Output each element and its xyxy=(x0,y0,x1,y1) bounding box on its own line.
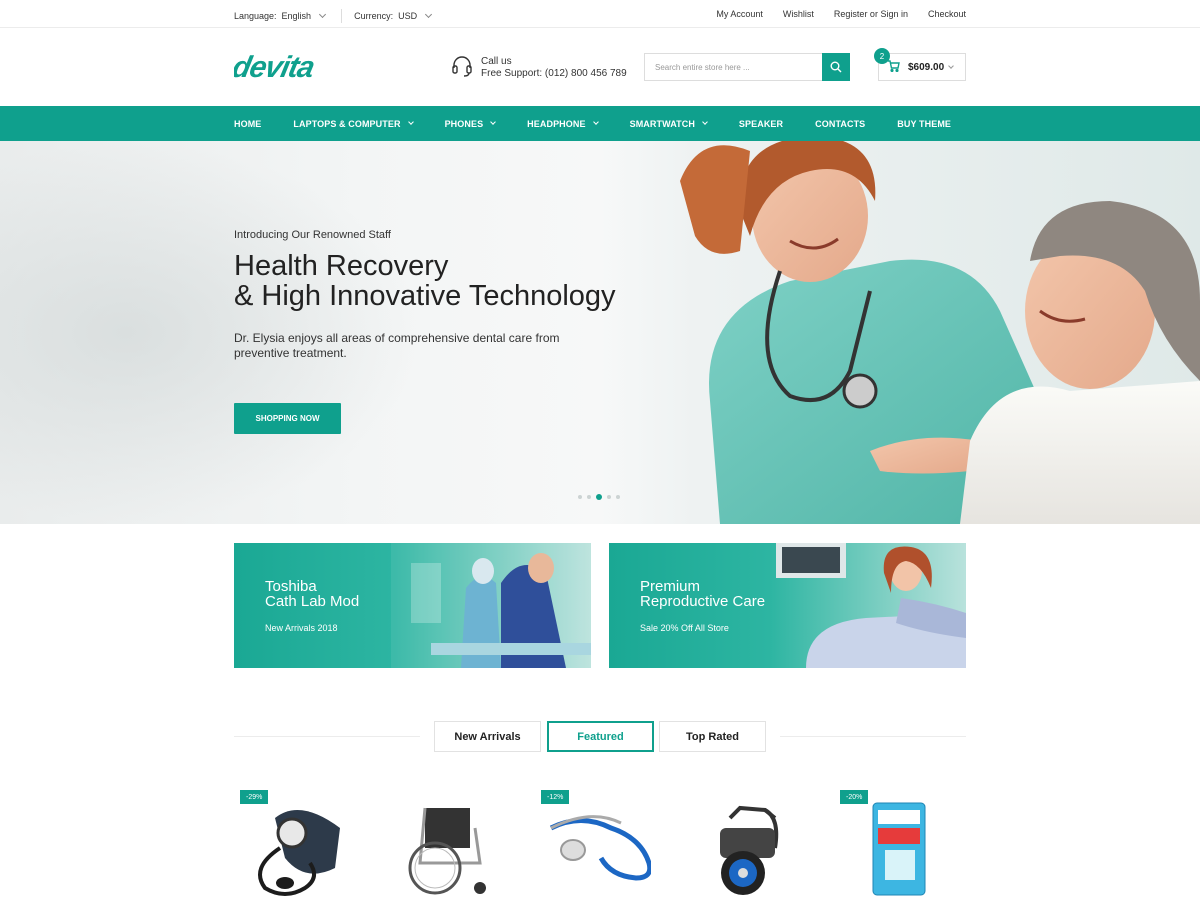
logo[interactable]: devita xyxy=(229,51,364,84)
product-image-dental-floss xyxy=(872,802,926,896)
nav-item-label: BUY THEME xyxy=(897,118,952,129)
currency-selector[interactable]: Currency: USD xyxy=(354,10,433,21)
shopping-now-button[interactable]: SHOPPING NOW xyxy=(234,403,341,434)
search-input[interactable] xyxy=(645,54,822,80)
chevron-down-icon xyxy=(702,119,708,125)
my-account-link[interactable]: My Account xyxy=(716,9,763,19)
search-button[interactable] xyxy=(822,53,850,81)
language-value: English xyxy=(281,11,312,21)
language-label: Language: xyxy=(234,11,277,21)
currency-value: USD xyxy=(398,11,418,21)
nav-item-label: LAPTOPS & COMPUTER xyxy=(293,118,401,129)
chevron-down-icon xyxy=(490,119,497,125)
hero-image-nurse-patient xyxy=(680,141,1200,524)
product-card[interactable] xyxy=(695,788,805,900)
banner-image-ultrasound xyxy=(776,543,966,668)
nav-item-label: CONTACTS xyxy=(815,118,866,129)
product-image-wheelchair xyxy=(408,807,486,895)
slider-dot[interactable] xyxy=(596,494,602,500)
support-phone: Free Support: (012) 800 456 789 xyxy=(481,68,627,79)
banner-title-line2: Cath Lab Mod xyxy=(265,593,360,610)
nav-item-label: SPEAKER xyxy=(738,118,784,129)
product-card[interactable]: -20% xyxy=(840,788,950,900)
nav-item-label: HOME xyxy=(234,118,262,129)
hero-text: Introducing Our Renowned Staff Health Re… xyxy=(234,229,616,361)
cart-icon xyxy=(887,59,900,75)
search-icon xyxy=(830,61,842,73)
banner-title-line1: Toshiba xyxy=(265,578,317,595)
cart-total: $609.00 xyxy=(908,61,945,73)
discount-badge: -12% xyxy=(541,790,570,804)
hero-title-line1: Health Recovery xyxy=(234,250,449,282)
product-image-blood-pressure-monitor xyxy=(258,810,340,896)
banner-title: Toshiba Cath Lab Mod xyxy=(265,579,359,609)
slider-dot[interactable] xyxy=(607,495,611,499)
divider xyxy=(234,736,420,737)
header: devita Call us Free Support: (012) 800 4… xyxy=(0,28,1200,106)
banner-subtitle: New Arrivals 2018 xyxy=(265,623,338,633)
hero-title-line2: & High Innovative Technology xyxy=(234,280,616,312)
discount-badge: -20% xyxy=(840,790,869,804)
banner-title-line2: Reproductive Care xyxy=(640,593,766,610)
logo-text: devita xyxy=(234,52,317,82)
banner-title-line1: Premium xyxy=(640,578,701,595)
language-selector[interactable]: Language: English xyxy=(234,10,327,21)
hero-intro: Introducing Our Renowned Staff xyxy=(234,229,391,241)
chevron-down-icon xyxy=(425,10,433,19)
headset-icon xyxy=(451,55,473,81)
banner-cath-lab[interactable]: Toshiba Cath Lab Mod New Arrivals 2018 xyxy=(234,543,591,668)
nav-item-buy-theme[interactable]: BUY THEME xyxy=(897,106,951,141)
support-info: Call us Free Support: (012) 800 456 789 xyxy=(451,55,627,81)
product-card[interactable]: -12% xyxy=(541,788,653,900)
banner-title: Premium Reproductive Care xyxy=(640,579,765,609)
top-bar: Language: English Currency: USD My Accou… xyxy=(0,0,1200,28)
main-navigation: HOME LAPTOPS & COMPUTER PHONES HEADPHONE SMA… xyxy=(0,106,1200,141)
nav-item-laptops-computer[interactable]: LAPTOPS & COMPUTER xyxy=(293,106,414,141)
nav-item-label: PHONES xyxy=(444,118,484,129)
slider-dot[interactable] xyxy=(616,495,620,499)
nav-item-contacts[interactable]: CONTACTS xyxy=(815,106,865,141)
tab-top-rated[interactable]: Top Rated xyxy=(659,721,766,752)
chevron-down-icon xyxy=(407,119,414,125)
banner-image-surgery xyxy=(391,543,591,668)
nav-item-label: HEADPHONE xyxy=(527,118,586,129)
nav-item-headphone[interactable]: HEADPHONE xyxy=(527,106,599,141)
checkout-link[interactable]: Checkout xyxy=(928,9,966,19)
banner-subtitle: Sale 20% Off All Store xyxy=(640,623,729,633)
product-card[interactable] xyxy=(395,788,505,900)
nav-item-speaker[interactable]: SPEAKER xyxy=(739,106,783,141)
chevron-down-icon xyxy=(319,10,327,19)
banner-reproductive-care[interactable]: Premium Reproductive Care Sale 20% Off A… xyxy=(609,543,966,668)
hero-title: Health Recovery & High Innovative Techno… xyxy=(234,251,616,311)
tab-new-arrivals[interactable]: New Arrivals xyxy=(434,721,541,752)
nav-item-home[interactable]: HOME xyxy=(234,106,261,141)
nav-item-label: SMARTWATCH xyxy=(629,118,695,129)
product-image-mobility-device xyxy=(720,805,779,895)
register-sign-in-link[interactable]: Register or Sign in xyxy=(834,9,908,19)
currency-label: Currency: xyxy=(354,11,394,21)
slider-dot[interactable] xyxy=(578,495,582,499)
slider-dot[interactable] xyxy=(587,495,591,499)
cart-button[interactable]: 2 $609.00 xyxy=(874,48,966,81)
tab-featured[interactable]: Featured xyxy=(547,721,654,752)
chevron-down-icon xyxy=(948,62,954,69)
divider xyxy=(780,736,966,737)
search-box xyxy=(644,53,850,81)
divider xyxy=(341,9,343,23)
nav-item-smartwatch[interactable]: SMARTWATCH xyxy=(629,106,708,141)
discount-badge: -29% xyxy=(240,790,269,804)
slider-dots xyxy=(578,494,620,500)
product-card[interactable]: -29% xyxy=(240,788,350,900)
cart-count-badge: 2 xyxy=(874,48,890,64)
nav-item-phones[interactable]: PHONES xyxy=(444,106,497,141)
product-image-stethoscope xyxy=(549,815,653,881)
wishlist-link[interactable]: Wishlist xyxy=(783,9,814,19)
support-line1: Call us xyxy=(481,56,512,67)
hero-description: Dr. Elysia enjoys all areas of comprehen… xyxy=(234,331,560,360)
chevron-down-icon xyxy=(592,119,599,125)
hero-slider: Introducing Our Renowned Staff Health Re… xyxy=(0,141,1200,524)
